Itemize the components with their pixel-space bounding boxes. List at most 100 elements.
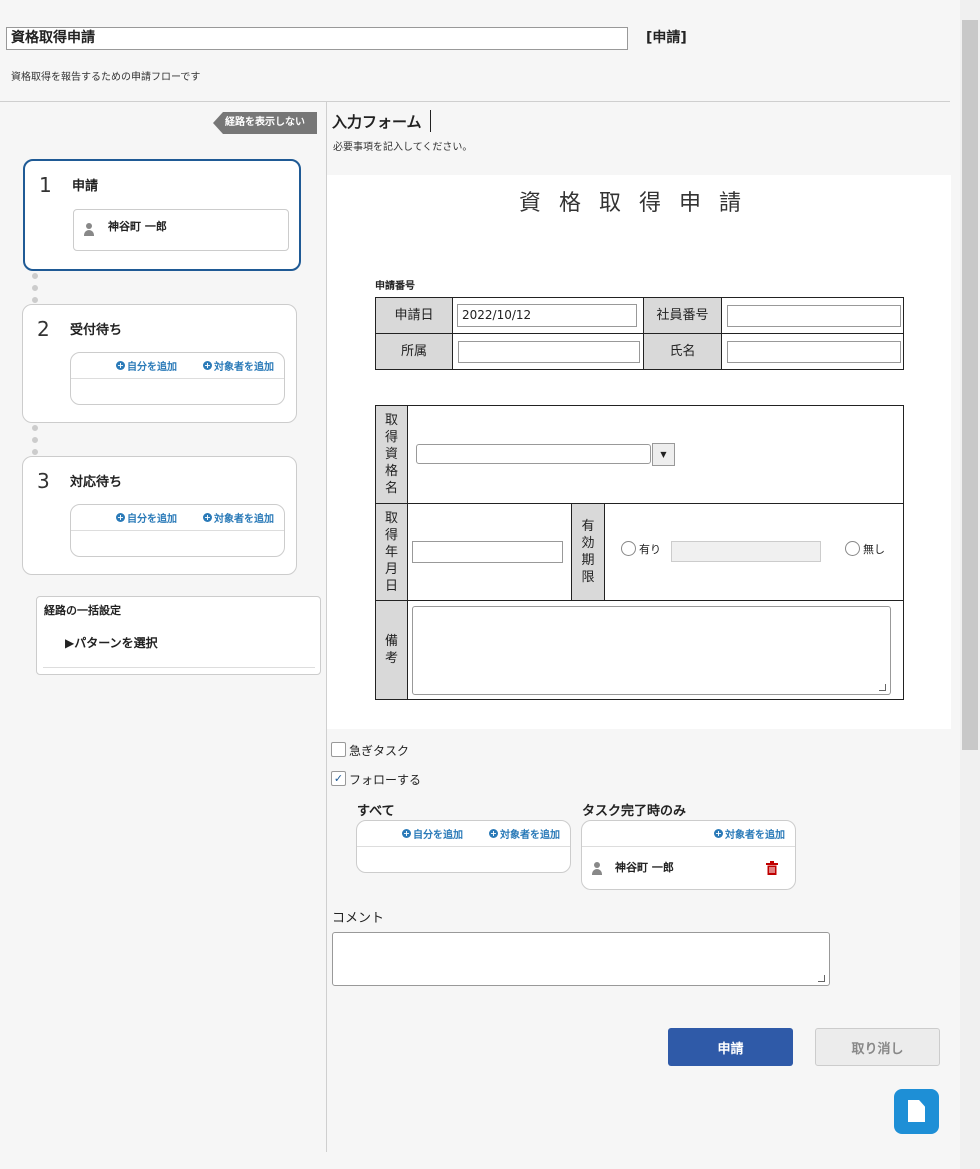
label-char: 名 [384, 481, 398, 496]
text-cursor [430, 110, 431, 132]
person-name: 神谷町 一郎 [108, 220, 167, 233]
label-char: 年 [384, 544, 398, 560]
label-char: 取 [384, 413, 398, 428]
add-self-label: 自分を追加 [413, 830, 463, 841]
label-char: 取 [384, 510, 398, 526]
person-name: 神谷町 一郎 [615, 861, 674, 874]
apply-button[interactable]: 申請 [668, 1028, 793, 1066]
form-title: 入力フォーム [332, 113, 422, 131]
label-char: 有 [581, 519, 595, 534]
name-label: 氏名 [643, 333, 722, 370]
add-target-link[interactable]: + 対象者を追加 [203, 358, 274, 373]
acquisition-date-input[interactable] [412, 541, 563, 563]
urgent-checkbox[interactable] [331, 742, 346, 757]
add-target-label: 対象者を追加 [214, 514, 274, 525]
user-icon [84, 223, 94, 236]
employee-number-label: 社員番号 [643, 297, 722, 334]
title-field[interactable]: 資格取得申請 [6, 27, 628, 50]
document-icon [908, 1100, 925, 1122]
dropdown-arrow-icon[interactable]: ▼ [652, 443, 675, 466]
add-self-link[interactable]: + 自分を追加 [402, 826, 463, 841]
follow-checkbox[interactable]: ✓ [331, 771, 346, 786]
flow-description: 資格取得を報告するための申請フローです [11, 72, 201, 83]
route-connector [32, 273, 38, 303]
assignee-box: + 自分を追加 + 対象者を追加 [70, 352, 285, 405]
header-divider [0, 101, 950, 102]
department-input[interactable] [458, 341, 640, 363]
label-char: 日 [384, 578, 398, 594]
step-number: 1 [39, 173, 52, 197]
qualification-select[interactable] [416, 444, 651, 464]
validity-yes-label: 有り [639, 543, 661, 556]
route-step-3[interactable]: 3 対応待ち + 自分を追加 + 対象者を追加 [22, 456, 297, 575]
plus-icon: + [402, 829, 411, 838]
bulk-title: 経路の一括設定 [44, 604, 121, 617]
step-person: 神谷町 一郎 [73, 209, 289, 251]
plus-icon: + [203, 513, 212, 522]
scrollbar-thumb[interactable] [962, 20, 978, 750]
label-char: 限 [581, 570, 595, 585]
route-connector [32, 425, 38, 455]
add-target-link[interactable]: + 対象者を追加 [489, 826, 560, 841]
select-pattern-toggle[interactable]: ▶パターンを選択 [65, 634, 158, 651]
label-char: 格 [384, 464, 398, 479]
add-self-link[interactable]: + 自分を追加 [116, 510, 177, 525]
plus-icon: + [116, 361, 125, 370]
comment-textarea[interactable] [332, 932, 830, 986]
label-char: 効 [581, 536, 595, 551]
validity-no-radio[interactable] [845, 541, 860, 556]
plus-icon: + [116, 513, 125, 522]
plus-icon: + [489, 829, 498, 838]
validity-date-input[interactable] [671, 541, 821, 562]
step-name: 申請 [72, 179, 99, 194]
validity-label: 有効期限 [571, 503, 605, 601]
hide-route-button[interactable]: 経路を表示しない [213, 112, 317, 134]
employee-number-input[interactable] [727, 305, 901, 327]
sheet-title: 資格取得申請 [518, 191, 759, 216]
label-char: 月 [384, 561, 398, 577]
step-name: 対応待ち [70, 475, 123, 490]
step-number: 3 [37, 469, 50, 493]
route-step-2[interactable]: 2 受付待ち + 自分を追加 + 対象者を追加 [22, 304, 297, 423]
plus-icon: + [203, 361, 212, 370]
label-char: 資 [384, 447, 398, 462]
add-self-link[interactable]: + 自分を追加 [116, 358, 177, 373]
name-input[interactable] [727, 341, 901, 363]
route-step-1[interactable]: 1 申請 神谷町 一郎 [23, 159, 301, 271]
follow-done-title: タスク完了時のみ [582, 804, 687, 819]
apply-date-input[interactable]: 2022/10/12 [457, 304, 637, 327]
resize-handle-icon[interactable] [879, 684, 886, 691]
follow-person-row: 神谷町 一郎 [582, 847, 795, 889]
plus-icon: + [714, 829, 723, 838]
add-self-label: 自分を追加 [127, 514, 177, 525]
add-self-label: 自分を追加 [127, 362, 177, 373]
acquisition-date-label: 取得年月日 [375, 503, 408, 601]
validity-yes-radio[interactable] [621, 541, 636, 556]
assignee-box: + 自分を追加 + 対象者を追加 [70, 504, 285, 557]
add-target-link[interactable]: + 対象者を追加 [203, 510, 274, 525]
department-label: 所属 [375, 333, 453, 370]
apply-date-label: 申請日 [375, 297, 453, 334]
row-divider [407, 503, 904, 504]
trash-icon[interactable] [766, 861, 778, 875]
cancel-button[interactable]: 取り消し [815, 1028, 940, 1066]
comment-label: コメント [332, 911, 385, 926]
step-number: 2 [37, 317, 50, 341]
resize-handle-icon[interactable] [818, 975, 825, 982]
qualification-name-label: 取得資格名 [375, 405, 408, 504]
label-char: 得 [384, 430, 398, 445]
note-textarea[interactable] [412, 606, 891, 695]
add-target-link[interactable]: + 対象者を追加 [714, 826, 785, 841]
urgent-label: 急ぎタスク [349, 744, 410, 758]
application-number-label: 申請番号 [375, 281, 415, 292]
follow-done-box: + 対象者を追加 神谷町 一郎 [581, 820, 796, 890]
divider [43, 667, 315, 668]
label-char: 備 [384, 634, 398, 649]
follow-label: フォローする [349, 773, 422, 787]
follow-all-box: + 自分を追加 + 対象者を追加 [356, 820, 571, 873]
document-button[interactable] [894, 1089, 939, 1134]
title-tag: [申請] [646, 30, 687, 46]
bulk-route-settings: 経路の一括設定 ▶パターンを選択 [36, 596, 321, 675]
form-description: 必要事項を記入してください。 [333, 142, 473, 153]
note-label: 備考 [375, 600, 408, 700]
